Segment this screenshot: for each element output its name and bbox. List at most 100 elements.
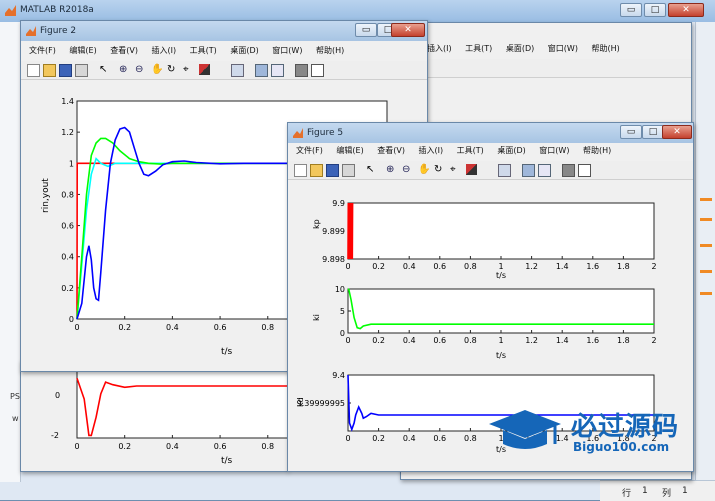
colorbar-icon[interactable] (522, 164, 535, 177)
figure5-menubar: 文件(F) 编辑(E) 查看(V) 插入(I) 工具(T) 桌面(D) 窗口(W… (296, 145, 686, 159)
hide-tools-icon[interactable] (295, 64, 308, 77)
ps-label: PS (10, 392, 20, 401)
show-tools-icon[interactable] (578, 164, 591, 177)
menu-help[interactable]: 帮助(H) (583, 146, 611, 155)
f5-ax0-xtick-label: 0.2 (372, 262, 385, 271)
lower-xtick-label: 0 (74, 442, 79, 451)
kp-ylabel: kp (312, 219, 321, 229)
main-xlabel: t/s (221, 347, 233, 357)
lower-xtick-label: 0.6 (214, 442, 227, 451)
open-icon[interactable] (310, 164, 323, 177)
pointer-icon[interactable]: ↖ (99, 64, 110, 75)
menu-insert[interactable]: 插入(I) (419, 146, 444, 155)
f5-ax2-xtick-label: 0.4 (403, 434, 416, 443)
bg-menu-window[interactable]: 窗口(W) (548, 44, 578, 53)
f5-ax2-xtick-label: 0.6 (433, 434, 446, 443)
bg-menu-tools[interactable]: 工具(T) (465, 44, 492, 53)
colorbar-icon[interactable] (255, 64, 268, 77)
f5-ax2-xtick-label: 0 (345, 434, 350, 443)
matlab-close-button[interactable]: ✕ (668, 3, 704, 17)
main-ylabel: rin,yout (41, 178, 51, 213)
menu-window[interactable]: 窗口(W) (272, 46, 302, 55)
matlab-minimize-button[interactable]: ▭ (620, 3, 642, 17)
legend-icon[interactable] (271, 64, 284, 77)
link-icon[interactable] (498, 164, 511, 177)
bg-menubar: 插入(I) 工具(T) 桌面(D) 窗口(W) 帮助(H) (427, 43, 687, 57)
f5-ax0-ytick-label: 9.898 (322, 255, 345, 264)
bg-menu-help[interactable]: 帮助(H) (592, 44, 620, 53)
menu-edit[interactable]: 编辑(E) (69, 46, 96, 55)
watermark-url: Biguo100.com (573, 440, 670, 454)
save-icon[interactable] (59, 64, 72, 77)
figure5-maximize-button[interactable]: □ (642, 125, 664, 139)
bg-menu-insert[interactable]: 插入(I) (427, 44, 452, 53)
marker-orange (700, 292, 712, 295)
save-icon[interactable] (326, 164, 339, 177)
figure5-close-button[interactable]: ✕ (662, 125, 692, 139)
new-icon[interactable] (27, 64, 40, 77)
row-label: 行 (622, 489, 632, 499)
figure-icon (26, 26, 36, 36)
print-icon[interactable] (75, 64, 88, 77)
marker-orange (700, 218, 712, 221)
brush-icon[interactable] (199, 64, 210, 75)
lower-xtick-label: 0.2 (118, 442, 131, 451)
zoom-in-icon[interactable]: ⊕ (386, 164, 397, 175)
figure5-minimize-button[interactable]: ▭ (620, 125, 642, 139)
figure2-close-button[interactable]: ✕ (391, 23, 425, 37)
menu-file[interactable]: 文件(F) (29, 46, 56, 55)
hide-tools-icon[interactable] (562, 164, 575, 177)
f5-ax1-xtick-label: 0.8 (464, 336, 477, 345)
zoom-in-icon[interactable]: ⊕ (119, 64, 130, 75)
pointer-icon[interactable]: ↖ (366, 164, 377, 175)
open-icon[interactable] (43, 64, 56, 77)
menu-tools[interactable]: 工具(T) (457, 146, 484, 155)
f5-ax1-xtick-label: 1.6 (586, 336, 599, 345)
pan-icon[interactable]: ✋ (418, 164, 430, 175)
menu-view[interactable]: 查看(V) (377, 146, 405, 155)
kd-ylabel: kd (296, 397, 305, 407)
menu-desktop[interactable]: 桌面(D) (497, 146, 525, 155)
bg-menu-desktop[interactable]: 桌面(D) (506, 44, 534, 53)
menu-insert[interactable]: 插入(I) (152, 46, 177, 55)
print-icon[interactable] (342, 164, 355, 177)
menu-desktop[interactable]: 桌面(D) (230, 46, 258, 55)
datatip-icon[interactable]: ⌖ (450, 164, 461, 175)
zoom-out-icon[interactable]: ⊖ (135, 64, 146, 75)
figure2-menubar: 文件(F) 编辑(E) 查看(V) 插入(I) 工具(T) 桌面(D) 窗口(W… (29, 45, 419, 59)
matlab-maximize-button[interactable]: □ (644, 3, 666, 17)
main-ytick-label: 1 (69, 159, 74, 168)
marker-orange (700, 270, 712, 273)
new-icon[interactable] (294, 164, 307, 177)
menu-help[interactable]: 帮助(H) (316, 46, 344, 55)
menu-view[interactable]: 查看(V) (110, 46, 138, 55)
menu-window[interactable]: 窗口(W) (539, 146, 569, 155)
f5-ax0-ytick-label: 9.899 (322, 227, 345, 236)
datatip-icon[interactable]: ⌖ (183, 64, 194, 75)
zoom-out-icon[interactable]: ⊖ (402, 164, 413, 175)
menu-edit[interactable]: 编辑(E) (336, 146, 363, 155)
pan-icon[interactable]: ✋ (151, 64, 163, 75)
ki-ylabel: ki (312, 314, 321, 321)
show-tools-icon[interactable] (311, 64, 324, 77)
f5-ax1-xtick-label: 0 (345, 336, 350, 345)
chart-lower: 00.20.40.60.811.2 (74, 360, 287, 451)
figure2-minimize-button[interactable]: ▭ (355, 23, 377, 37)
bg-toolbar (401, 59, 691, 78)
kp-xlabel: t/s (496, 271, 506, 280)
col-value: 1 (682, 486, 688, 496)
f5-ax0-xtick-label: 0.6 (433, 262, 446, 271)
rotate-icon[interactable]: ↻ (434, 164, 445, 175)
figure5-title: Figure 5 (307, 128, 344, 138)
menu-tools[interactable]: 工具(T) (190, 46, 217, 55)
w-label: w (12, 414, 19, 423)
link-icon[interactable] (231, 64, 244, 77)
matlab-logo-icon (5, 5, 16, 16)
menu-file[interactable]: 文件(F) (296, 146, 323, 155)
rotate-icon[interactable]: ↻ (167, 64, 178, 75)
legend-icon[interactable] (538, 164, 551, 177)
f5-ax0-series-0 (347, 202, 354, 260)
brush-icon[interactable] (466, 164, 477, 175)
f5-ax2-ytick-label: 9.4 (332, 371, 345, 380)
f5-ax1-xtick-label: 1.2 (525, 336, 538, 345)
